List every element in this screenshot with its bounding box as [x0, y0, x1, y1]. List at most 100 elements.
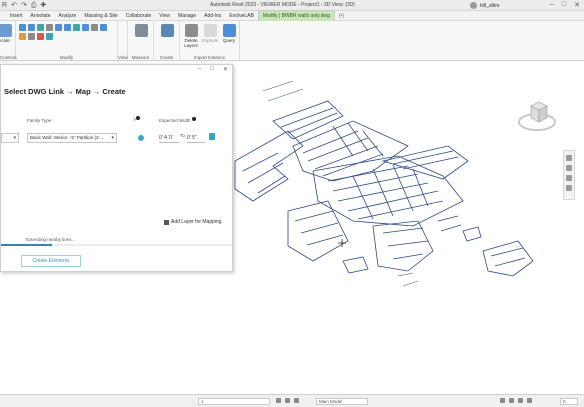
dialog-minimize-icon[interactable]: –: [198, 66, 201, 73]
close-icon[interactable]: ✕: [574, 1, 580, 9]
tab-analyze[interactable]: Analyze: [55, 11, 81, 21]
app-menu-icon[interactable]: R: [2, 1, 7, 10]
width-info-icon[interactable]: [192, 117, 196, 121]
filter-icon[interactable]: [500, 398, 505, 403]
f-info-icon[interactable]: [136, 116, 140, 120]
user-name: bill_allen: [480, 2, 500, 9]
minimize-icon[interactable]: –: [550, 1, 554, 9]
dialog-maximize-icon[interactable]: □: [210, 66, 214, 73]
status-text: Extending nearby lines...: [26, 237, 76, 242]
print-icon[interactable]: ⎙: [31, 1, 37, 10]
group-modify: Modify: [16, 21, 118, 61]
tab-annotate[interactable]: Annotate: [27, 11, 55, 21]
split-icon[interactable]: [91, 24, 98, 31]
create-icon: [160, 24, 174, 37]
chevron-down-icon: ▾: [13, 135, 16, 141]
clip-icon: [0, 24, 12, 37]
trash-icon[interactable]: [209, 133, 215, 140]
unpin-icon[interactable]: [46, 33, 53, 40]
zoom-icon[interactable]: [566, 175, 572, 181]
tab-overflow[interactable]: (•): [335, 11, 348, 21]
model-selector[interactable]: Main Model: [316, 398, 368, 405]
user-account[interactable]: bill_allen: [470, 2, 499, 9]
maximize-icon[interactable]: □: [562, 1, 566, 9]
trim-icon[interactable]: [82, 24, 89, 31]
mirror-axis-icon[interactable]: [46, 24, 53, 31]
status-icon-2[interactable]: [276, 398, 281, 403]
progress-fill: [1, 244, 52, 246]
tab-add-ins[interactable]: Add-Ins: [200, 11, 225, 21]
query-icon: [222, 24, 236, 37]
array-icon[interactable]: [100, 24, 107, 31]
tab-collaborate[interactable]: Collaborate: [122, 11, 156, 21]
measure-icon[interactable]: ✚: [40, 1, 46, 10]
status-bar: 1 Main Model 0: [0, 394, 584, 407]
width-min-input[interactable]: 0' 4 7/: [159, 134, 179, 143]
family-type-label: Family Type: [27, 118, 52, 123]
group-controls: icate Controls: [0, 21, 17, 61]
layer-select[interactable]: ▾: [1, 133, 19, 143]
create-button[interactable]: [156, 24, 178, 37]
clip-button[interactable]: icate: [0, 24, 16, 43]
group-import-instance: Delete Layers Explode Query Import Insta…: [180, 21, 240, 61]
create-elements-button[interactable]: Create Elements: [21, 255, 81, 267]
dialog-close-icon[interactable]: ✕: [223, 66, 228, 73]
offset-icon[interactable]: [28, 24, 35, 31]
selection-count[interactable]: 0: [560, 398, 578, 405]
select-pinned-icon[interactable]: [518, 398, 523, 403]
steering-wheel-icon[interactable]: [566, 155, 572, 161]
group-measure: Measure: [128, 21, 154, 61]
status-icons-mid: [276, 398, 299, 403]
dwg-floor-plan: [234, 80, 534, 287]
status-icons-right: [500, 398, 532, 403]
dwg-mapping-dialog: – □ ✕ Select DWG Link → Map → Create Fam…: [0, 64, 233, 272]
tab-massing-site[interactable]: Massing & Site: [80, 11, 121, 21]
progress-bar: [1, 244, 232, 246]
dialog-heading: Select DWG Link → Map → Create: [4, 87, 126, 96]
expected-width-label: Expected Width: [159, 118, 191, 123]
tab-view[interactable]: View: [155, 11, 174, 21]
undo-icon[interactable]: ↶: [11, 1, 17, 10]
scale-icon[interactable]: [19, 33, 26, 40]
viewcube[interactable]: [517, 96, 557, 136]
status-icon-4[interactable]: [294, 398, 299, 403]
dialog-titlebar: – □ ✕: [1, 65, 232, 75]
align-icon[interactable]: [19, 24, 26, 31]
add-layer-button[interactable]: Add Layer for Mapping: [164, 219, 222, 225]
delete-icon[interactable]: [37, 33, 44, 40]
navigation-bar: [563, 150, 575, 200]
copy-icon[interactable]: [64, 24, 71, 31]
modify-tools: [19, 24, 115, 40]
delete-layers-icon: [184, 24, 198, 37]
dialog-window-controls: – □ ✕: [198, 66, 228, 73]
tab-evolvelab[interactable]: EvolveLAB: [225, 11, 257, 21]
mirror-icon[interactable]: [37, 24, 44, 31]
query-button[interactable]: Query: [218, 24, 240, 43]
select-links-icon[interactable]: [509, 398, 514, 403]
pan-icon[interactable]: [566, 165, 572, 171]
redo-icon[interactable]: ↷: [21, 1, 27, 10]
color-swatch-dot[interactable]: [138, 135, 144, 141]
width-to-label: To: [180, 133, 185, 138]
pin-icon[interactable]: [28, 33, 35, 40]
chevron-down-icon: ▾: [111, 135, 114, 141]
tab-modify-dwg[interactable]: Modify | BWBR walls only.dwg: [257, 10, 335, 21]
ribbon-tabs: Insert Annotate Analyze Massing & Site C…: [0, 10, 584, 21]
rotate-icon[interactable]: [73, 24, 80, 31]
tab-manage[interactable]: Manage: [174, 11, 200, 21]
plus-square-icon: [164, 219, 169, 225]
quick-access-toolbar: R ↶ ↷ ⎙ ✚: [2, 1, 46, 10]
drag-elements-icon[interactable]: [527, 398, 532, 403]
tab-insert[interactable]: Insert: [6, 11, 27, 21]
family-type-select[interactable]: Basic Wall: Interior - 5" Partition (2-……: [27, 133, 117, 143]
scale-field[interactable]: 1: [198, 398, 270, 405]
status-icon-3[interactable]: [285, 398, 290, 403]
measure-tool-icon: [134, 24, 148, 37]
measure-button[interactable]: [130, 24, 152, 37]
window-controls: – □ ✕: [550, 1, 580, 9]
width-max-input[interactable]: 0' 5": [187, 134, 205, 143]
move-icon[interactable]: [55, 24, 62, 31]
orbit-icon[interactable]: [566, 185, 572, 191]
group-create: Create: [154, 21, 180, 61]
ribbon-panel: icate Controls Modify View Measure Creat…: [0, 21, 584, 61]
